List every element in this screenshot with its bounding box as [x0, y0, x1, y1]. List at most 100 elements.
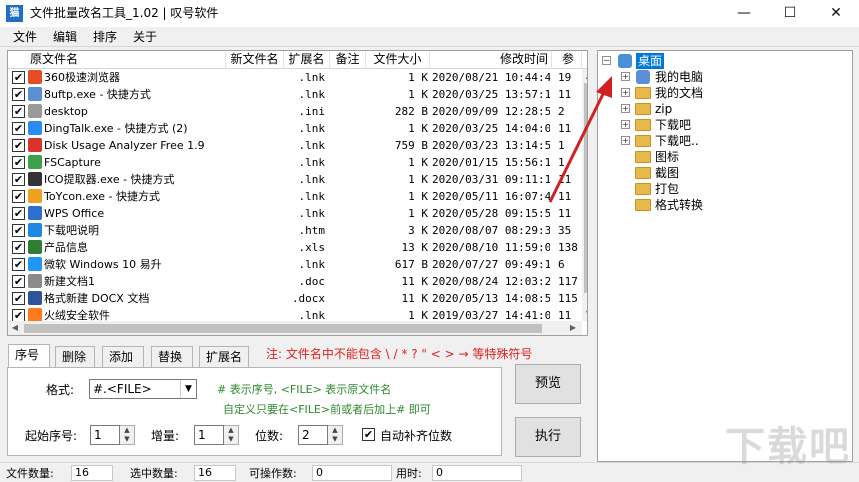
extra-value: 115: [558, 292, 578, 305]
col-extension[interactable]: 扩展名: [284, 51, 330, 69]
col-size[interactable]: 文件大小: [366, 51, 430, 69]
row-checkbox[interactable]: ✔: [12, 241, 25, 254]
table-row[interactable]: ✔ Disk Usage Analyzer Free 1.9 .lnk 759 B 20…: [8, 137, 582, 154]
table-row[interactable]: ✔ ToYcon.exe - 快捷方式 .lnk 1 K 2020/05/11 16:0…: [8, 188, 582, 205]
maximize-button[interactable]: ☐: [767, 0, 813, 27]
table-row[interactable]: ✔ 火绒安全软件 .lnk 1 K 2019/03/27 14:41:09 11: [8, 307, 582, 321]
file-list[interactable]: 原文件名 新文件名 扩展名 备注 文件大小 修改时间 参 ✔ 360极速浏览器 .l…: [7, 50, 588, 336]
menu-edit[interactable]: 编辑: [51, 29, 79, 45]
original-name: 微软 Windows 10 易升: [44, 258, 162, 271]
table-row[interactable]: ✔ ICO提取器.exe - 快捷方式 .lnk 1 K 2020/03/31 09:1…: [8, 171, 582, 188]
list-header: 原文件名 新文件名 扩展名 备注 文件大小 修改时间 参: [8, 51, 587, 69]
tab-delete[interactable]: 删除: [55, 346, 95, 367]
file-count-label: 文件数量:: [6, 467, 54, 480]
tree-root-label[interactable]: 桌面: [636, 53, 665, 69]
menu-sort[interactable]: 排序: [91, 29, 119, 45]
scroll-left-icon[interactable]: ◀: [8, 321, 22, 335]
row-checkbox[interactable]: ✔: [12, 275, 25, 288]
row-checkbox[interactable]: ✔: [12, 207, 25, 220]
digits-spinner[interactable]: ▲ ▼: [328, 425, 343, 445]
table-row[interactable]: ✔ 下载吧说明 .htm 3 K 2020/08/07 08:29:36 35: [8, 222, 582, 239]
auto-pad-label: 自动补齐位数: [380, 429, 453, 443]
chevron-down-icon[interactable]: ▼: [180, 380, 196, 398]
menu-file[interactable]: 文件: [11, 29, 39, 45]
expand-icon[interactable]: +: [621, 104, 630, 113]
tree-node-label: 下载吧: [655, 118, 692, 132]
minimize-button[interactable]: —: [721, 0, 767, 27]
expand-icon[interactable]: +: [621, 136, 630, 145]
title-bar: 猫 文件批量改名工具_1.02 | 叹号软件 — ☐ ✕: [0, 0, 859, 27]
execute-button[interactable]: 执行: [515, 417, 581, 457]
extension: .lnk: [298, 173, 326, 186]
scroll-down-icon[interactable]: ▼: [582, 307, 587, 321]
selected-value: 16: [194, 465, 236, 481]
scroll-right-icon[interactable]: ▶: [566, 321, 580, 335]
row-checkbox[interactable]: ✔: [12, 122, 25, 135]
col-extra[interactable]: 参: [552, 51, 582, 69]
expand-icon[interactable]: +: [621, 88, 630, 97]
step-input[interactable]: 1: [194, 425, 224, 445]
step-spinner[interactable]: ▲ ▼: [224, 425, 239, 445]
expand-icon[interactable]: +: [621, 120, 630, 129]
table-row[interactable]: ✔ FSCapture .lnk 1 K 2020/01/15 15:56:11 1: [8, 154, 582, 171]
file-icon: [28, 189, 42, 203]
file-icon: [28, 257, 42, 271]
extension: .docx: [291, 292, 325, 305]
time-label: 用时:: [396, 467, 422, 480]
start-number-spinner[interactable]: ▲ ▼: [120, 425, 135, 445]
table-row[interactable]: ✔ 格式新建 DOCX 文档 .docx 11 K 2020/05/13 14:08:5…: [8, 290, 582, 307]
col-original-name[interactable]: 原文件名: [8, 51, 226, 69]
folder-tree[interactable]: − 桌面 + 我的电脑 + 我的文档 + zip + 下载吧 + 下载吧.. 图标 截图 打包 格式转换: [597, 50, 853, 462]
expand-icon[interactable]: +: [621, 72, 630, 81]
folder-icon: [635, 119, 651, 131]
file-icon: [28, 87, 42, 101]
table-row[interactable]: ✔ 新建文档1 .doc 11 K 2020/08/24 12:03:21 117: [8, 273, 582, 290]
start-number-input[interactable]: 1: [90, 425, 120, 445]
operable-value: 0: [312, 465, 392, 481]
menu-about[interactable]: 关于: [131, 29, 159, 45]
row-checkbox[interactable]: ✔: [12, 224, 25, 237]
extra-value: 138: [558, 241, 578, 254]
file-size: 617 B: [394, 258, 428, 271]
row-checkbox[interactable]: ✔: [12, 173, 25, 186]
original-name: WPS Office: [44, 207, 105, 220]
tab-extension[interactable]: 扩展名: [199, 346, 249, 367]
close-button[interactable]: ✕: [813, 0, 859, 27]
format-select[interactable]: #.<FILE> ▼: [89, 379, 197, 399]
tree-node-label: 我的电脑: [655, 70, 704, 84]
row-checkbox[interactable]: ✔: [12, 71, 25, 84]
row-checkbox[interactable]: ✔: [12, 88, 25, 101]
tree-node-label: zip: [655, 102, 673, 116]
tab-add[interactable]: 添加: [102, 346, 144, 367]
file-icon: [28, 70, 42, 84]
auto-pad-checkbox[interactable]: ✔: [362, 428, 375, 441]
horizontal-scroll-thumb[interactable]: [24, 324, 542, 333]
row-checkbox[interactable]: ✔: [12, 156, 25, 169]
digits-input[interactable]: 2: [298, 425, 328, 445]
start-number-label: 起始序号:: [25, 429, 78, 443]
table-row[interactable]: ✔ 微软 Windows 10 易升 .lnk 617 B 2020/07/27 09:…: [8, 256, 582, 273]
collapse-icon[interactable]: −: [602, 56, 611, 65]
row-checkbox[interactable]: ✔: [12, 292, 25, 305]
extension: .ini: [298, 105, 326, 118]
original-name: DingTalk.exe - 快捷方式 (2): [44, 122, 188, 135]
row-checkbox[interactable]: ✔: [12, 105, 25, 118]
row-checkbox[interactable]: ✔: [12, 258, 25, 271]
row-checkbox[interactable]: ✔: [12, 190, 25, 203]
tab-replace[interactable]: 替换: [151, 346, 193, 367]
row-checkbox[interactable]: ✔: [12, 139, 25, 152]
tab-numbering[interactable]: 序号: [8, 344, 50, 368]
table-row[interactable]: ✔ 360极速浏览器 .lnk 1 K 2020/08/21 10:44:42 19: [8, 69, 582, 86]
preview-button[interactable]: 预览: [515, 364, 581, 404]
row-checkbox[interactable]: ✔: [12, 309, 25, 321]
table-row[interactable]: ✔ desktop .ini 282 B 2020/09/09 12:28:55 2: [8, 103, 582, 120]
horizontal-scrollbar[interactable]: ◀ ▶: [8, 321, 582, 335]
col-modified[interactable]: 修改时间: [430, 51, 552, 69]
table-row[interactable]: ✔ 产品信息 .xls 13 K 2020/08/10 11:59:07 138: [8, 239, 582, 256]
table-row[interactable]: ✔ DingTalk.exe - 快捷方式 (2) .lnk 1 K 2020/03/2…: [8, 120, 582, 137]
col-remark[interactable]: 备注: [330, 51, 366, 69]
col-new-name[interactable]: 新文件名: [226, 51, 284, 69]
table-row[interactable]: ✔ WPS Office .lnk 1 K 2020/05/28 09:15:57 11: [8, 205, 582, 222]
watermark: 下载吧: [725, 424, 851, 470]
table-row[interactable]: ✔ 8uftp.exe - 快捷方式 .lnk 1 K 2020/03/25 13:57…: [8, 86, 582, 103]
